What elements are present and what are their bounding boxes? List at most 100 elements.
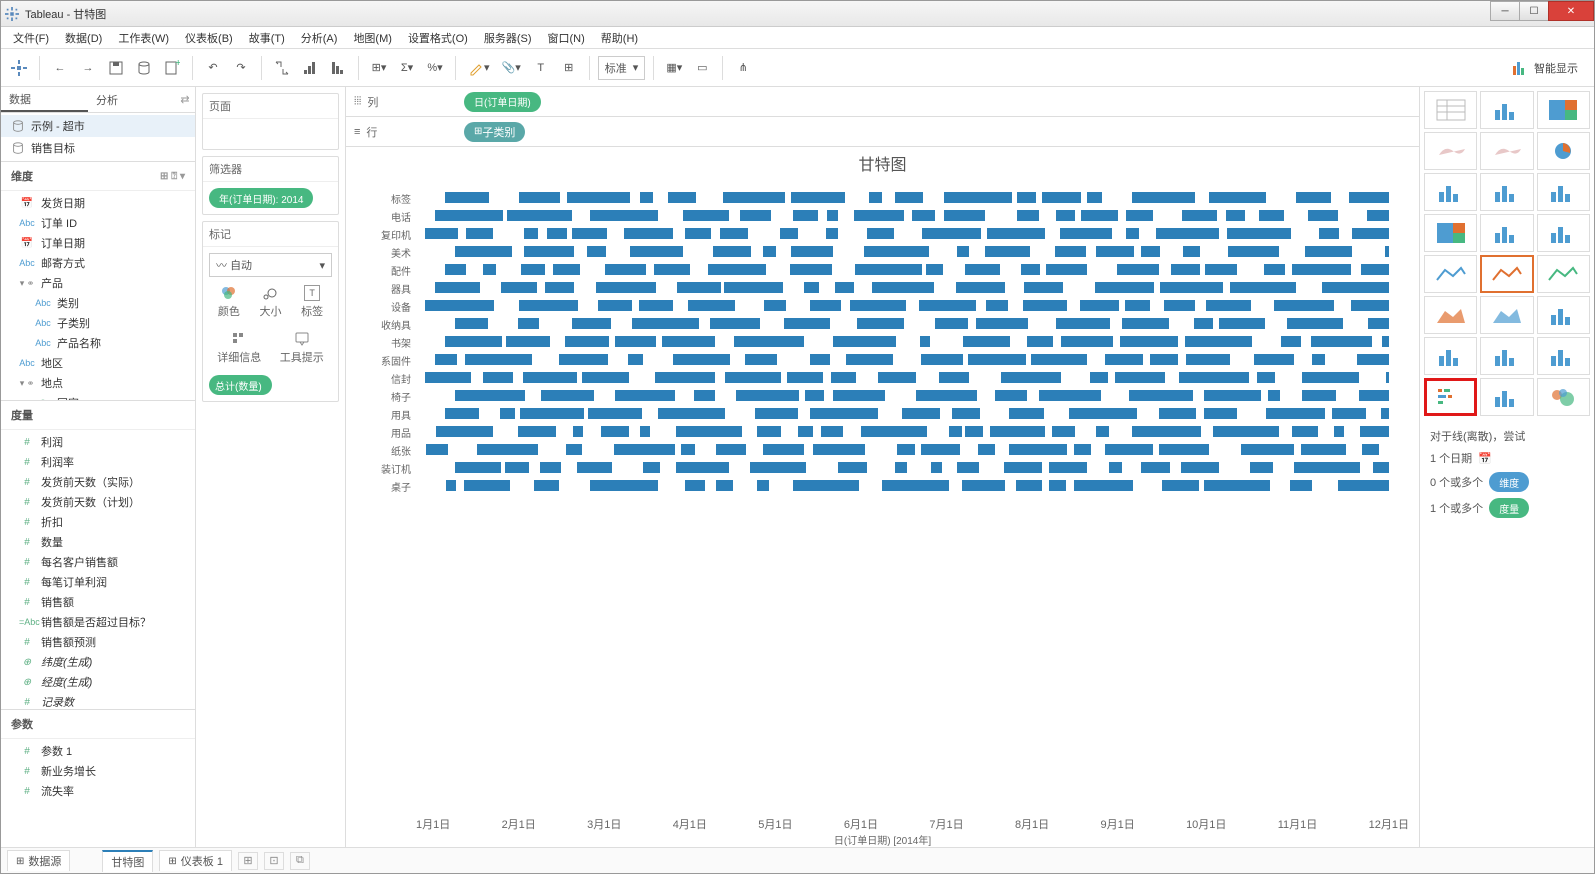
menu-item[interactable]: 工作表(W) <box>112 28 175 48</box>
showme-boxplot[interactable] <box>1537 337 1590 375</box>
showme-stars[interactable] <box>1537 214 1590 252</box>
measure-field[interactable]: #每名客户销售额 <box>1 552 195 572</box>
group-button[interactable]: ⊞▾ <box>367 56 391 80</box>
showme-line3[interactable] <box>1537 255 1590 293</box>
totals-button[interactable]: Σ▾ <box>395 56 419 80</box>
new-story-tab[interactable]: ⧉ <box>290 852 310 870</box>
showme-dualbar[interactable] <box>1537 296 1590 334</box>
sort-asc-button[interactable] <box>298 56 322 80</box>
dimension-field[interactable]: ▾ ⚭产品 <box>1 273 195 293</box>
color-shelf[interactable]: 颜色 <box>209 281 249 323</box>
measure-field[interactable]: #销售额 <box>1 592 195 612</box>
dimension-field[interactable]: ⊕国家 <box>1 393 195 401</box>
tableau-logo-button[interactable] <box>7 56 31 80</box>
showme-sidebar[interactable] <box>1537 173 1590 211</box>
menu-item[interactable]: 帮助(H) <box>595 28 644 48</box>
share-button[interactable]: ⋔ <box>731 56 755 80</box>
sort-desc-button[interactable] <box>326 56 350 80</box>
measure-field[interactable]: ⊕纬度(生成) <box>1 652 195 672</box>
pin-button[interactable]: 📎▾ <box>498 56 525 80</box>
measure-field[interactable]: #数量 <box>1 532 195 552</box>
measure-field[interactable]: #折扣 <box>1 512 195 532</box>
save-button[interactable] <box>104 56 128 80</box>
parameter-field[interactable]: #新业务增长 <box>1 761 195 781</box>
menu-item[interactable]: 文件(F) <box>7 28 55 48</box>
parameter-field[interactable]: #参数 1 <box>1 741 195 761</box>
showme-pie[interactable] <box>1537 132 1590 170</box>
dimension-field[interactable]: Abc产品名称 <box>1 333 195 353</box>
showme-area1[interactable] <box>1424 296 1477 334</box>
redo-button[interactable]: ↷ <box>229 56 253 80</box>
showme-table[interactable] <box>1424 91 1477 129</box>
showme-symbolmap[interactable] <box>1480 132 1533 170</box>
measure-field[interactable]: #发货前天数（实际） <box>1 472 195 492</box>
data-tab[interactable]: 数据 <box>1 87 88 112</box>
columns-pill[interactable]: 日(订单日期) <box>464 92 541 112</box>
measure-field[interactable]: #发货前天数（计划） <box>1 492 195 512</box>
dimension-field[interactable]: Abc地区 <box>1 353 195 373</box>
menu-item[interactable]: 仪表板(B) <box>179 28 239 48</box>
chart-canvas[interactable]: 标签电话复印机美术配件器具设备收纳具书架系固件信封椅子用具用品纸张装订机桌子 <box>346 179 1419 816</box>
showme-packed[interactable] <box>1537 378 1590 416</box>
highlight-button[interactable]: ▾ <box>464 56 494 80</box>
menu-item[interactable]: 地图(M) <box>347 28 398 48</box>
forward-button[interactable]: → <box>76 56 100 80</box>
menu-item[interactable]: 数据(D) <box>59 28 108 48</box>
showme-vbar[interactable] <box>1480 173 1533 211</box>
label-button[interactable]: T <box>529 56 553 80</box>
sheet-tab-dashboard[interactable]: ⊞ 仪表板 1 <box>159 850 232 871</box>
menu-item[interactable]: 服务器(S) <box>478 28 538 48</box>
datasource-item[interactable]: 示例 - 超市 <box>1 115 195 137</box>
showme-bubble[interactable] <box>1480 214 1533 252</box>
new-worksheet-button[interactable]: + <box>160 56 184 80</box>
maximize-button[interactable]: ☐ <box>1519 1 1549 21</box>
showme-heatmap[interactable] <box>1480 91 1533 129</box>
measure-field[interactable]: #利润率 <box>1 452 195 472</box>
measure-field[interactable]: =Abc销售额是否超过目标？ <box>1 612 195 632</box>
detail-shelf[interactable]: 详细信息 <box>209 327 270 369</box>
sheet-tab-gantt[interactable]: 甘特图 <box>102 850 153 872</box>
show-cards-button[interactable]: ▦▾ <box>662 56 686 80</box>
new-datasource-button[interactable] <box>132 56 156 80</box>
dimension-field[interactable]: Abc子类别 <box>1 313 195 333</box>
new-dashboard-tab[interactable]: ⊡ <box>264 852 284 870</box>
showme-map[interactable] <box>1424 132 1477 170</box>
showme-tree2[interactable] <box>1424 214 1477 252</box>
showme-hbar[interactable] <box>1424 173 1477 211</box>
undo-button[interactable]: ↶ <box>201 56 225 80</box>
fit-dropdown[interactable]: 标准▾ <box>598 56 646 80</box>
showme-gantt[interactable] <box>1424 378 1477 416</box>
showme-line2[interactable] <box>1480 255 1533 293</box>
rows-pill[interactable]: ⊞ 子类别 <box>464 122 525 142</box>
dimension-field[interactable]: ▾ ⚭地点 <box>1 373 195 393</box>
measure-field[interactable]: ⊕经度(生成) <box>1 672 195 692</box>
label-shelf[interactable]: T标签 <box>292 281 332 323</box>
show-me-button[interactable]: 智能显示 <box>1512 60 1588 76</box>
dimension-field[interactable]: 📅订单日期 <box>1 233 195 253</box>
format-button[interactable]: ⊞ <box>557 56 581 80</box>
tooltip-shelf[interactable]: 工具提示 <box>272 327 333 369</box>
analysis-tab[interactable]: 分析 <box>88 87 175 112</box>
menu-item[interactable]: 分析(A) <box>295 28 344 48</box>
filters-card[interactable]: 筛选器 年(订单日期): 2014 <box>202 156 339 215</box>
rows-shelf[interactable]: ≡行 ⊞ 子类别 <box>346 117 1419 147</box>
showme-area2[interactable] <box>1480 296 1533 334</box>
showme-scatter[interactable] <box>1424 337 1477 375</box>
measure-field[interactable]: #记录数 <box>1 692 195 710</box>
pages-card[interactable]: 页面 <box>202 93 339 150</box>
showme-histogram[interactable] <box>1480 337 1533 375</box>
dimension-field[interactable]: 📅发货日期 <box>1 193 195 213</box>
chart-title[interactable]: 甘特图 <box>346 147 1419 179</box>
showme-bullet[interactable] <box>1480 378 1533 416</box>
swap-button[interactable] <box>270 56 294 80</box>
marks-sum-pill[interactable]: 总计(数量) <box>209 375 272 395</box>
parameter-field[interactable]: #流失率 <box>1 781 195 801</box>
percent-button[interactable]: %▾ <box>423 56 447 80</box>
back-button[interactable]: ← <box>48 56 72 80</box>
measure-field[interactable]: #销售额预测 <box>1 632 195 652</box>
menu-item[interactable]: 设置格式(O) <box>402 28 474 48</box>
filter-pill[interactable]: 年(订单日期): 2014 <box>209 188 313 208</box>
measure-field[interactable]: #利润 <box>1 432 195 452</box>
dimension-field[interactable]: Abc订单 ID <box>1 213 195 233</box>
measure-field[interactable]: #每笔订单利润 <box>1 572 195 592</box>
